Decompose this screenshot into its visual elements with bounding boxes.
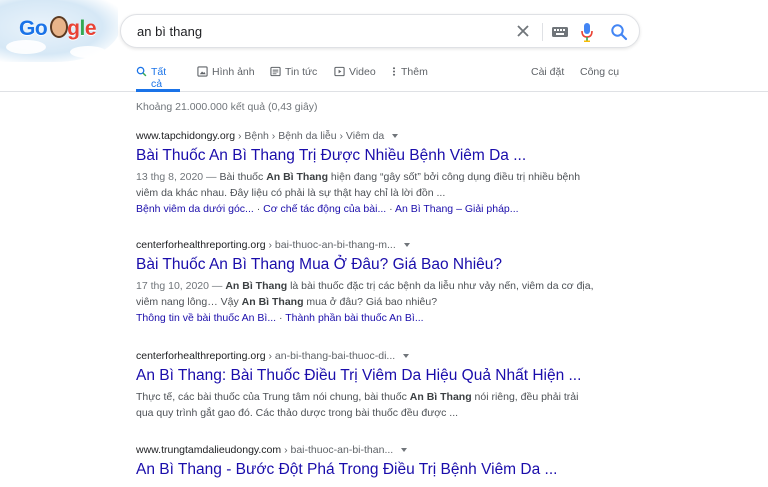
result-breadcrumb: › bai-thuoc-an-bi-than... — [284, 444, 394, 456]
cloud-decoration — [70, 46, 106, 58]
sitelinks: Thông tin về bài thuốc An Bì... · Thành … — [136, 310, 616, 326]
snippet-highlight: An Bì Thang — [225, 280, 288, 292]
search-tabs: Tất cả Hình ảnh Tin tức Video Thêm Cài đ… — [0, 58, 768, 92]
header: Go gle an bì thang Tất cả Hình ảnh Tin t… — [0, 0, 768, 92]
search-result: www.tapchidongy.org › Bệnh › Bệnh da liễ… — [136, 130, 616, 217]
result-site: www.tapchidongy.org — [136, 130, 236, 142]
video-icon — [334, 66, 345, 77]
result-title-link[interactable]: An Bì Thang: Bài Thuốc Điều Trị Viêm Da … — [136, 366, 616, 386]
tab-images[interactable]: Hình ảnh — [197, 66, 255, 92]
search-result: centerforhealthreporting.org › an-bi-tha… — [136, 350, 616, 421]
search-box[interactable]: an bì thang — [120, 14, 640, 48]
tab-label: Tất cả — [151, 66, 167, 90]
sitelink[interactable]: An Bì Thang – Giải pháp... — [395, 203, 519, 215]
snippet-highlight: An Bì Thang — [409, 391, 472, 403]
result-site: centerforhealthreporting.org — [136, 350, 266, 362]
tools-link[interactable]: Công cụ — [580, 66, 619, 78]
tab-video[interactable]: Video — [334, 66, 376, 92]
result-title-link[interactable]: Bài Thuốc An Bì Thang Mua Ở Đâu? Giá Bao… — [136, 255, 616, 275]
search-result: centerforhealthreporting.org › bai-thuoc… — [136, 239, 616, 326]
result-url[interactable]: centerforhealthreporting.org › bai-thuoc… — [136, 239, 616, 251]
tab-label: Thêm — [401, 66, 428, 78]
tab-label: Video — [349, 66, 376, 78]
tab-label: Tin tức — [285, 66, 318, 78]
dropdown-arrow-icon[interactable] — [403, 354, 410, 358]
clear-icon[interactable] — [513, 21, 533, 41]
search-result: www.trungtamdalieudongy.com › bai-thuoc-… — [136, 444, 616, 480]
result-stats: Khoảng 21.000.000 kết quả (0,43 giây) — [136, 101, 318, 113]
sitelink[interactable]: Cơ chế tác động của bài... — [263, 203, 386, 215]
snippet-text: Bài thuốc — [216, 171, 267, 183]
separator: · — [386, 203, 395, 215]
result-breadcrumb: › bai-thuoc-an-bi-thang-m... — [268, 239, 396, 251]
snippet-text: Thực tế, các bài thuốc của Trung tâm nói… — [136, 391, 410, 403]
more-icon — [392, 67, 396, 76]
tab-more[interactable]: Thêm — [391, 66, 428, 92]
search-icon[interactable] — [609, 22, 629, 42]
sitelink[interactable]: Thành phần bài thuốc An Bì... — [285, 312, 423, 324]
result-breadcrumb: › Bệnh › Bệnh da liễu › Viêm da — [237, 130, 385, 142]
cloud-decoration — [6, 40, 46, 54]
dropdown-arrow-icon[interactable] — [401, 448, 408, 452]
result-date: 17 thg 10, 2020 — — [136, 280, 223, 292]
dropdown-arrow-icon[interactable] — [392, 134, 399, 138]
result-url[interactable]: www.tapchidongy.org › Bệnh › Bệnh da liễ… — [136, 130, 616, 142]
news-icon — [270, 66, 281, 77]
search-box-divider — [542, 23, 543, 41]
search-input[interactable]: an bì thang — [137, 24, 202, 39]
tab-all[interactable]: Tất cả — [136, 66, 180, 92]
tab-news[interactable]: Tin tức — [270, 66, 317, 92]
tab-label: Hình ảnh — [212, 66, 255, 78]
result-site: www.trungtamdalieudongy.com — [136, 444, 282, 456]
result-snippet: 13 thg 8, 2020 — Bài thuốc An Bì Thang h… — [136, 169, 596, 201]
snippet-highlight: An Bì Thang — [266, 171, 329, 183]
result-snippet: Thực tế, các bài thuốc của Trung tâm nói… — [136, 389, 596, 421]
doodle-face-illustration — [50, 16, 68, 38]
search-icon — [136, 66, 147, 77]
logo-letter: g — [67, 17, 80, 40]
snippet-text: mua ở đâu? Giá bao nhiêu? — [303, 296, 438, 308]
google-doodle-logo[interactable]: Go gle — [0, 0, 118, 62]
dropdown-arrow-icon[interactable] — [403, 243, 410, 247]
image-icon — [197, 66, 208, 77]
result-snippet: 17 thg 10, 2020 — An Bì Thang là bài thu… — [136, 278, 596, 310]
result-site: centerforhealthreporting.org — [136, 239, 266, 251]
result-url[interactable]: www.trungtamdalieudongy.com › bai-thuoc-… — [136, 444, 616, 456]
result-breadcrumb: › an-bi-thang-bai-thuoc-di... — [268, 350, 396, 362]
result-title-link[interactable]: An Bì Thang - Bước Đột Phá Trong Điều Tr… — [136, 460, 616, 480]
microphone-icon[interactable] — [580, 21, 594, 43]
logo-letters: Go — [19, 17, 48, 40]
snippet-highlight: An Bì Thang — [241, 296, 304, 308]
sitelink[interactable]: Bệnh viêm da dưới góc... — [136, 203, 254, 215]
result-url[interactable]: centerforhealthreporting.org › an-bi-tha… — [136, 350, 616, 362]
settings-link[interactable]: Cài đặt — [531, 66, 564, 78]
logo-letter: e — [84, 17, 97, 40]
separator: · — [276, 312, 286, 324]
result-date: 13 thg 8, 2020 — — [136, 171, 217, 183]
sitelinks: Bệnh viêm da dưới góc... · Cơ chế tác độ… — [136, 201, 616, 217]
keyboard-icon[interactable] — [551, 24, 569, 40]
result-title-link[interactable]: Bài Thuốc An Bì Thang Trị Được Nhiều Bện… — [136, 146, 616, 166]
sitelink[interactable]: Thông tin về bài thuốc An Bì... — [136, 312, 276, 324]
separator: · — [253, 203, 264, 215]
